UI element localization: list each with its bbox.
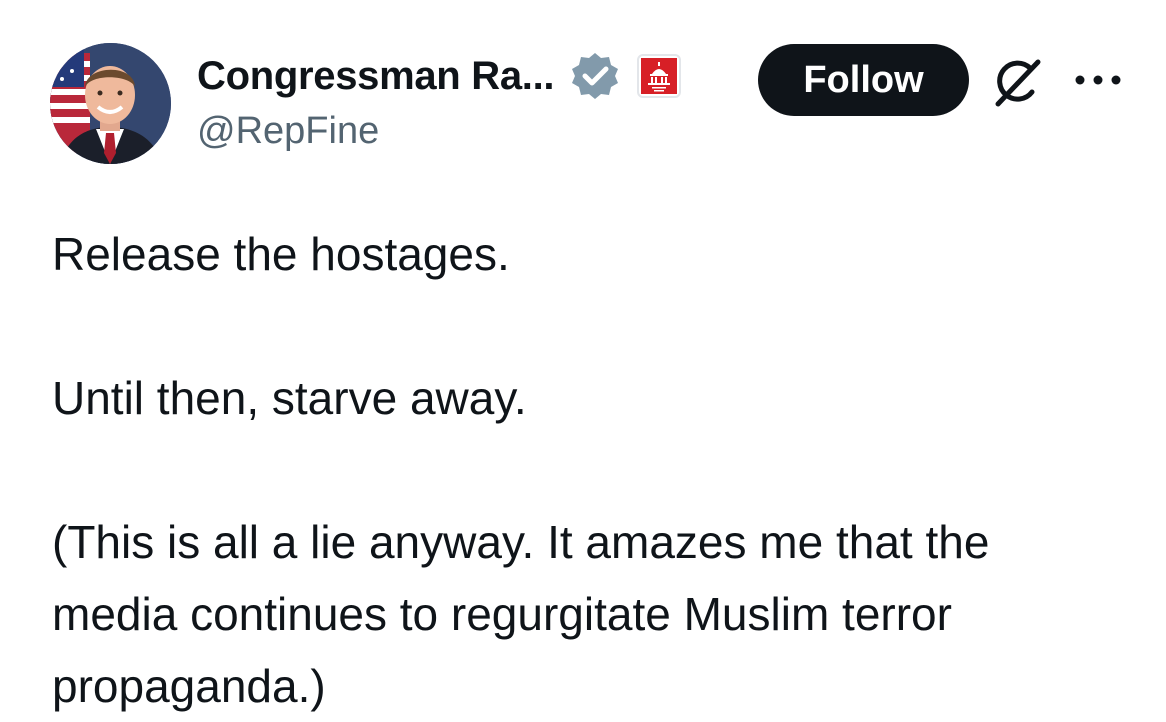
verified-badge-icon[interactable] xyxy=(570,51,620,101)
tweet-line: propaganda.) xyxy=(52,660,326,712)
tweet-text: Release the hostages. Until then, starve… xyxy=(52,218,1142,722)
grok-icon[interactable] xyxy=(988,52,1048,112)
tweet-line: Until then, starve away. xyxy=(52,372,527,424)
author-display-name[interactable]: Congressman Ra... xyxy=(197,54,555,99)
house-gop-affiliation-icon[interactable] xyxy=(637,54,682,98)
avatar[interactable] xyxy=(50,43,171,164)
tweet-line: Release the hostages. xyxy=(52,228,510,280)
more-options-icon[interactable] xyxy=(1072,70,1124,90)
author-name-row: Congressman Ra... xyxy=(197,50,682,102)
author-handle[interactable]: @RepFine xyxy=(197,110,379,153)
profile-photo-icon xyxy=(50,43,171,164)
tweet-header: Congressman Ra... @RepFine Follow xyxy=(0,0,1166,180)
tweet-line: (This is all a lie anyway. It amazes me … xyxy=(52,516,990,568)
follow-button[interactable]: Follow xyxy=(758,44,969,116)
tweet-line: media continues to regurgitate Muslim te… xyxy=(52,588,952,640)
